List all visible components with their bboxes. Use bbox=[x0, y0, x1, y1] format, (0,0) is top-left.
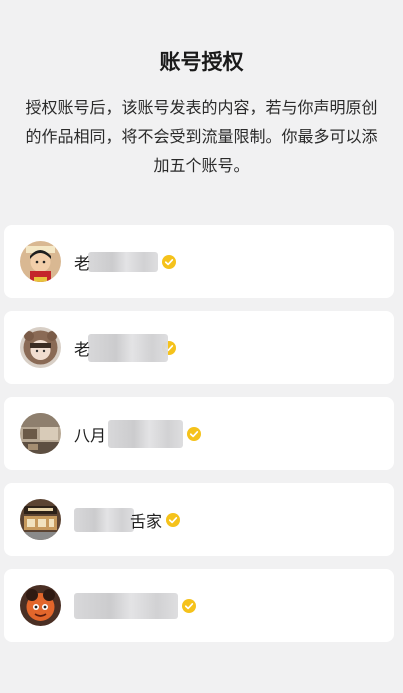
account-name-row: 老 bbox=[74, 311, 177, 384]
storefront-avatar-icon bbox=[20, 499, 61, 540]
account-name: 八月 bbox=[74, 425, 107, 445]
avatar bbox=[20, 327, 61, 368]
girl-hood-avatar-icon bbox=[20, 327, 61, 368]
page-title: 账号授权 bbox=[159, 50, 244, 74]
verified-badge-icon bbox=[187, 426, 202, 441]
verified-badge-icon bbox=[162, 254, 177, 269]
avatar bbox=[20, 413, 61, 454]
account-card[interactable]: 八月 bbox=[4, 397, 394, 470]
page-description: 授权账号后，该账号发表的内容，若与你声明原创的作品相同，将不会受到流量限制。你最… bbox=[25, 98, 378, 175]
account-name-row: 老 bbox=[74, 225, 177, 298]
account-name-row bbox=[74, 569, 196, 642]
account-card[interactable] bbox=[4, 569, 394, 642]
orange-cartoon-avatar-icon bbox=[20, 585, 61, 626]
redacted-name bbox=[88, 251, 159, 272]
verified-badge-icon bbox=[166, 512, 181, 527]
avatar bbox=[20, 585, 61, 626]
redacted-name bbox=[74, 592, 178, 619]
avatar bbox=[20, 241, 61, 282]
account-name-row: 舌家 bbox=[74, 483, 181, 556]
account-card[interactable]: 老 bbox=[4, 225, 394, 298]
avatar bbox=[20, 499, 61, 540]
redacted-name bbox=[74, 507, 134, 532]
account-name: 舌家 bbox=[130, 511, 163, 531]
redacted-name bbox=[88, 333, 169, 362]
redacted-name bbox=[108, 419, 184, 448]
account-list: 老 老 八月 舌家 bbox=[4, 225, 394, 655]
account-name: 老 bbox=[74, 253, 91, 273]
account-authorization-page: 账号授权 授权账号后，该账号发表的内容，若与你声明原创的作品相同，将不会受到流量… bbox=[0, 0, 403, 693]
account-card[interactable]: 老 bbox=[4, 311, 394, 384]
account-card[interactable]: 舌家 bbox=[4, 483, 394, 556]
cartoon-boy-avatar-icon bbox=[20, 241, 61, 282]
shop-interior-avatar-icon bbox=[20, 413, 61, 454]
account-name: 老 bbox=[74, 339, 91, 359]
verified-badge-icon bbox=[182, 598, 196, 613]
account-name-row: 八月 bbox=[74, 397, 202, 470]
